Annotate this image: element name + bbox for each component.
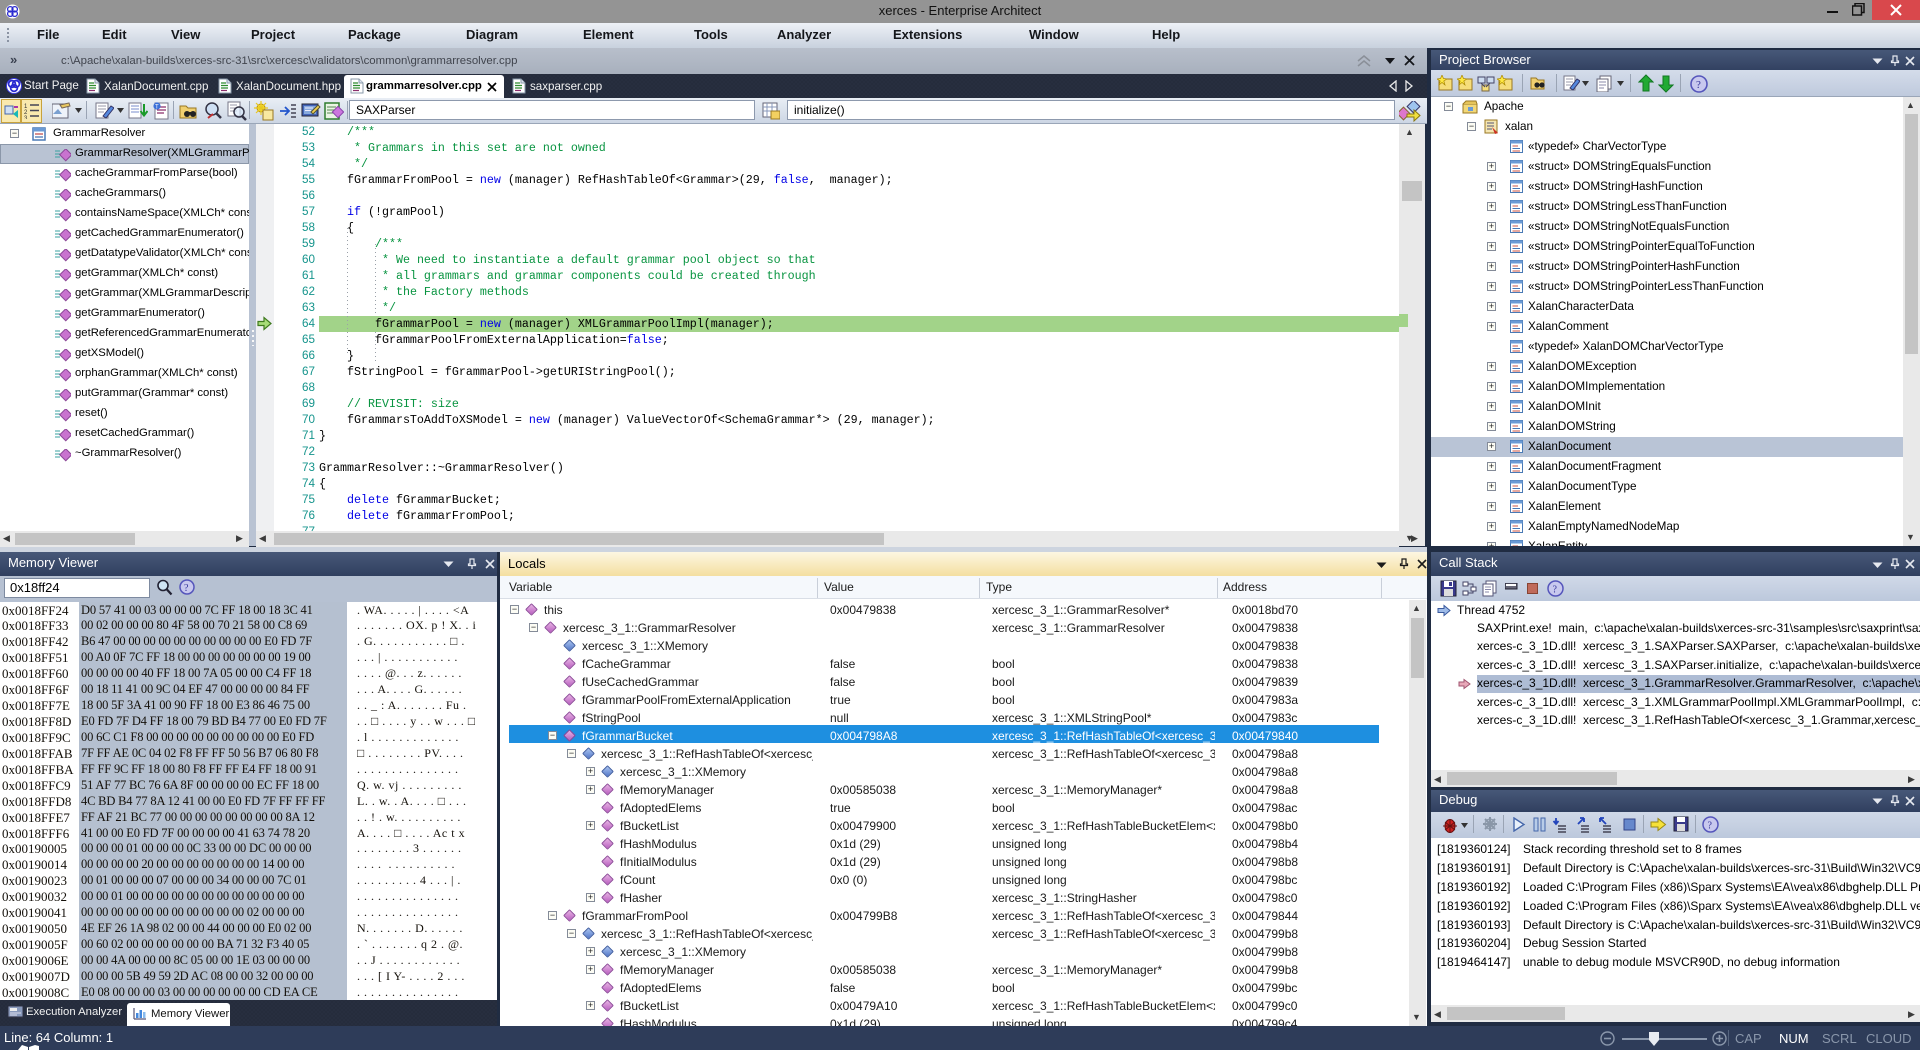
svg-text:?: ? bbox=[1553, 585, 1558, 596]
svg-text:T: T bbox=[155, 105, 159, 111]
svg-text:?: ? bbox=[1708, 821, 1713, 832]
svg-text:?: ? bbox=[1696, 79, 1701, 91]
svg-text:?: ? bbox=[184, 583, 189, 594]
svg-text:3: 3 bbox=[24, 116, 28, 119]
